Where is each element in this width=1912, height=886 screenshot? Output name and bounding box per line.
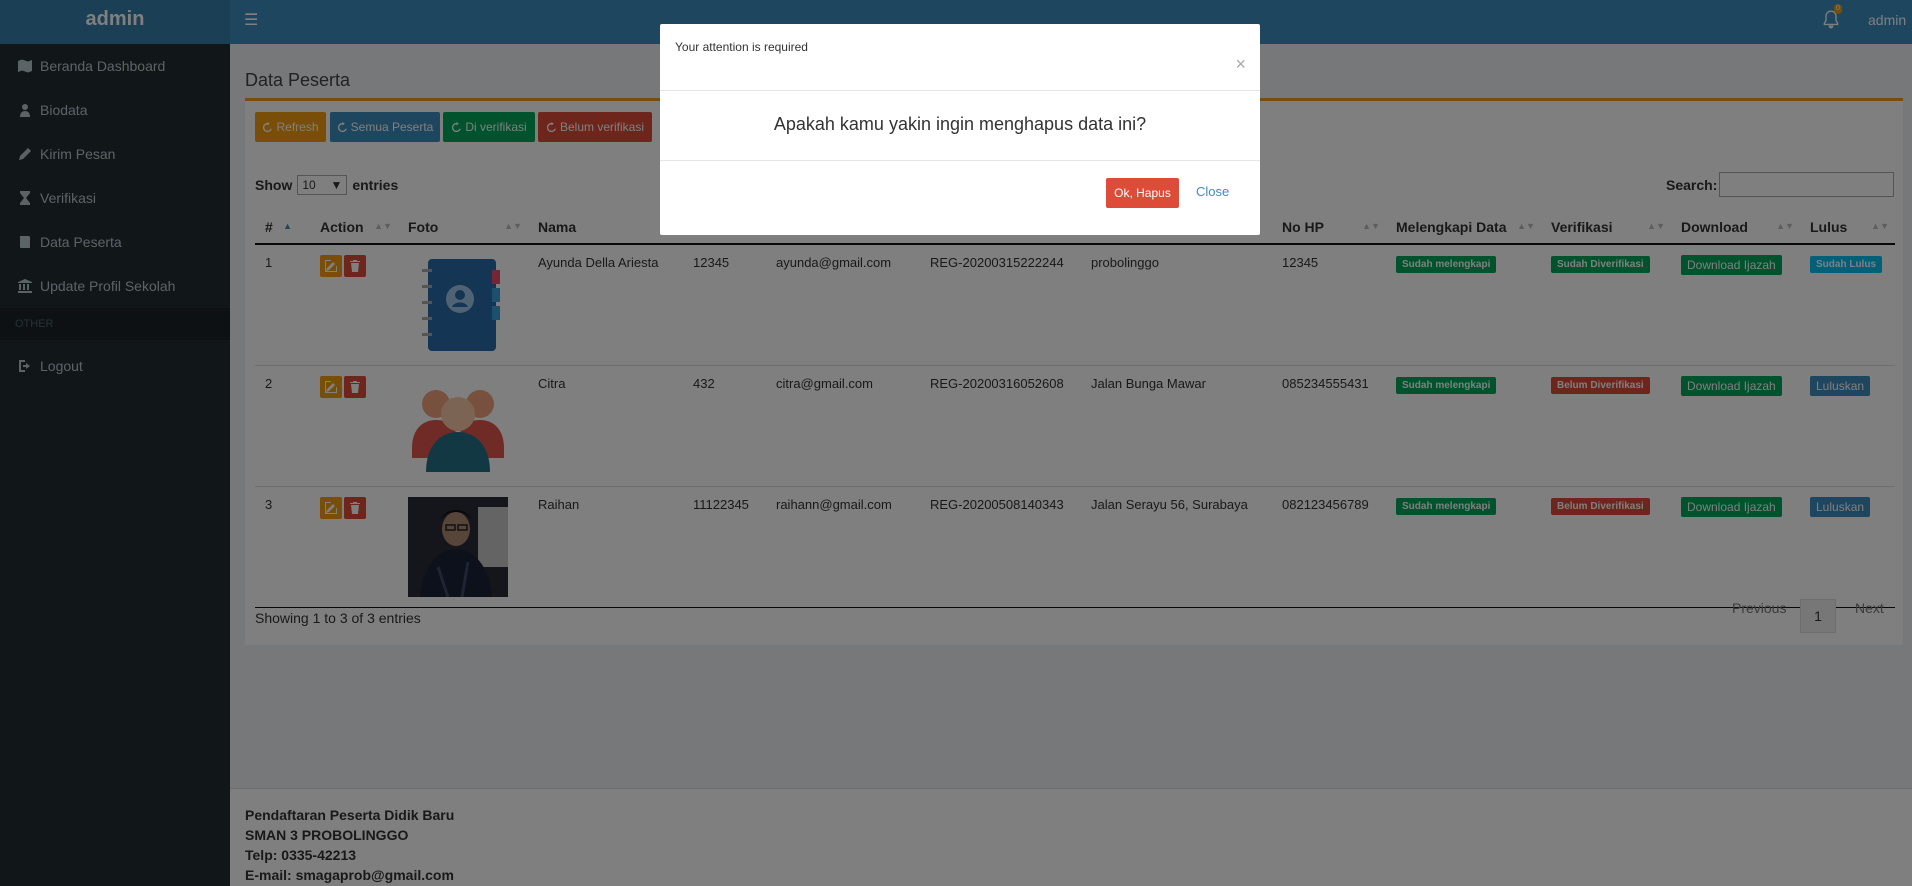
modal-message: Apakah kamu yakin ingin menghapus data i… [773, 114, 1147, 134]
confirm-delete-modal: Your attention is required × Apakah kamu… [660, 24, 1260, 235]
modal-divider [660, 90, 1260, 91]
close-icon[interactable]: × [1235, 54, 1246, 75]
close-button[interactable]: Close [1196, 184, 1229, 199]
modal-title: Your attention is required [675, 40, 808, 54]
ok-hapus-button[interactable]: Ok, Hapus [1106, 178, 1179, 208]
modal-divider [660, 160, 1260, 161]
